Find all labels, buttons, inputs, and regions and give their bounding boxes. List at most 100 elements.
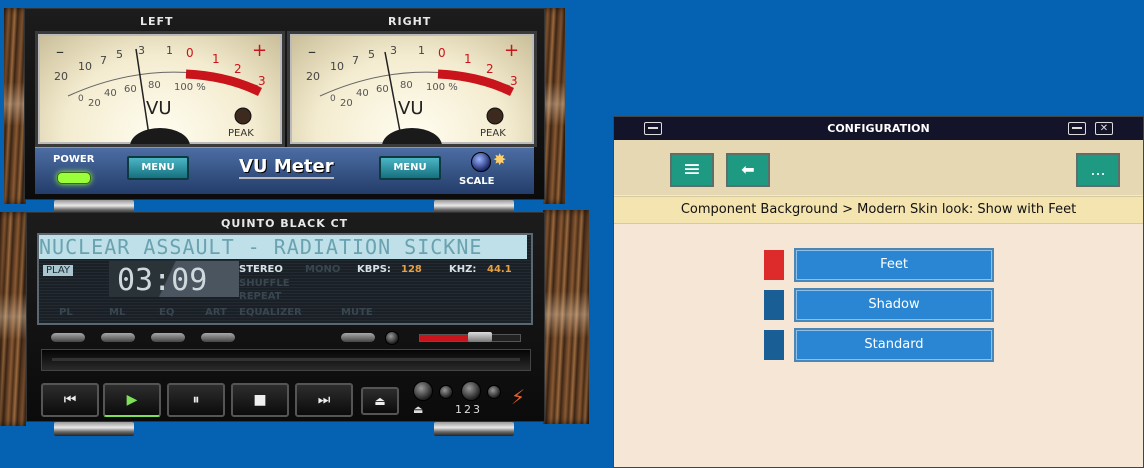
previous-button[interactable]: ⏮	[41, 383, 99, 417]
close-icon[interactable]: ✕	[1095, 122, 1113, 135]
breadcrumb: Component Background > Modern Skin look:…	[614, 196, 1143, 224]
play-status: PLAY	[43, 265, 74, 276]
standard-option-button[interactable]: Standard	[794, 328, 994, 362]
left-peak-label: PEAK	[228, 128, 254, 139]
back-button[interactable]: ⬅	[726, 153, 770, 187]
balance-knob[interactable]	[385, 331, 399, 345]
minimize-icon[interactable]	[1068, 122, 1086, 135]
left-menu-button[interactable]: MENU	[127, 156, 189, 180]
left-needle	[135, 48, 151, 143]
hamburger-menu-button[interactable]: ≡	[670, 153, 714, 187]
feet-color-swatch	[764, 250, 784, 280]
track-title-marquee: NUCLEAR ASSAULT - RADIATION SICKNE	[39, 235, 527, 259]
shuffle-indicator[interactable]: SHUFFLE	[239, 278, 290, 289]
right-scale-5: 5	[368, 48, 375, 61]
left-channel-label: LEFT	[140, 15, 174, 28]
play-button[interactable]: ▶	[103, 383, 161, 417]
pl-toggle-button[interactable]	[51, 333, 85, 342]
tray-icon[interactable]: ⏏	[413, 403, 423, 416]
left-scale-1: 1	[166, 44, 173, 57]
time-display[interactable]: 03:09	[117, 263, 207, 298]
left-scale-20: 20	[54, 70, 68, 83]
standard-color-swatch	[764, 330, 784, 360]
equalizer-indicator[interactable]: EQUALIZER	[239, 307, 302, 318]
left-pct-60: 60	[124, 84, 137, 95]
right-needle	[384, 51, 403, 143]
mute-indicator[interactable]: MUTE	[341, 307, 373, 318]
right-peak-label: PEAK	[480, 128, 506, 139]
wood-side-left-bottom	[0, 212, 26, 426]
ml-label[interactable]: ML	[109, 307, 125, 318]
vu-meter-title: VU Meter	[239, 156, 334, 179]
left-pct-0: 0	[78, 94, 84, 104]
art-toggle-button[interactable]	[201, 333, 235, 342]
right-pct-40: 40	[356, 88, 369, 99]
left-pct-100: 100 %	[174, 82, 206, 93]
right-plus-sign: +	[504, 40, 520, 61]
options-knob-4[interactable]	[487, 385, 501, 399]
kbps-label: KBPS:	[357, 264, 391, 275]
shadow-option-button[interactable]: Shadow	[794, 288, 994, 322]
volume-thumb[interactable]	[468, 332, 492, 342]
volume-slider[interactable]	[419, 332, 521, 342]
lightning-icon[interactable]: ⚡	[511, 385, 525, 409]
scale-star-icon[interactable]: ✸	[493, 150, 506, 169]
ml-toggle-button[interactable]	[101, 333, 135, 342]
options-knob-2[interactable]	[439, 385, 453, 399]
eq-label[interactable]: EQ	[159, 307, 174, 318]
stereo-indicator: STEREO	[239, 264, 283, 275]
left-scale-p1: 1	[212, 52, 220, 66]
left-pct-80: 80	[148, 80, 161, 91]
more-label: ...	[1090, 160, 1106, 179]
right-scale-20: 20	[306, 70, 320, 83]
right-pct-60: 60	[376, 84, 389, 95]
right-channel-label: RIGHT	[388, 15, 432, 28]
digits-label: 123	[455, 403, 482, 416]
next-button[interactable]: ⏭	[295, 383, 353, 417]
left-scale-3: 3	[138, 44, 145, 57]
options-knob-1[interactable]	[413, 381, 433, 401]
skin-title: QUINTO BLACK CT	[221, 217, 349, 230]
scale-knob[interactable]	[471, 152, 491, 172]
repeat-indicator[interactable]: REPEAT	[239, 291, 281, 302]
left-scale-0: 0	[186, 46, 194, 60]
eq-toggle-button[interactable]	[151, 333, 185, 342]
eject-button[interactable]: ⏏	[361, 387, 399, 415]
right-menu-button[interactable]: MENU	[379, 156, 441, 180]
right-pct-100: 100 %	[426, 82, 458, 93]
stop-button[interactable]: ■	[231, 383, 289, 417]
right-scale-p2: 2	[486, 62, 494, 76]
left-pct-40: 40	[104, 88, 117, 99]
pause-button[interactable]: ⏸	[167, 383, 225, 417]
configuration-window: CONFIGURATION ✕ ≡ ⬅ ... Component Backgr…	[613, 116, 1144, 468]
seek-bar[interactable]	[41, 349, 531, 371]
shadow-color-swatch	[764, 290, 784, 320]
seek-track	[52, 358, 520, 361]
power-led-button[interactable]	[57, 172, 91, 184]
khz-label: KHZ:	[449, 264, 477, 275]
player-panel: QUINTO BLACK CT NUCLEAR ASSAULT - RADIAT…	[26, 212, 545, 422]
config-titlebar: CONFIGURATION ✕	[614, 117, 1143, 140]
wood-side-left-top	[4, 8, 26, 204]
left-scale-p2: 2	[234, 62, 242, 76]
pl-label[interactable]: PL	[59, 307, 73, 318]
left-plus-sign: +	[252, 40, 268, 61]
right-scale-3: 3	[390, 44, 397, 57]
mono-indicator: MONO	[305, 264, 341, 275]
more-button[interactable]: ...	[1076, 153, 1120, 187]
vu-meter-panel: LEFT RIGHT – + 20 10 7 5 3 1 0 1 2 3 0 2…	[24, 8, 545, 200]
left-scale-10: 10	[78, 60, 92, 73]
player-foot-left	[54, 422, 134, 436]
options-knob-3[interactable]	[461, 381, 481, 401]
feet-option-button[interactable]: Feet	[794, 248, 994, 282]
player-foot-right	[434, 422, 514, 436]
art-label[interactable]: ART	[205, 307, 227, 318]
left-scale-7: 7	[100, 54, 107, 67]
config-title: CONFIGURATION	[827, 122, 930, 135]
right-scale-7: 7	[352, 54, 359, 67]
mute-toggle-button[interactable]	[341, 333, 375, 342]
right-pct-0: 0	[330, 94, 336, 104]
left-scale-p3: 3	[258, 74, 266, 88]
right-pct-80: 80	[400, 80, 413, 91]
kbps-value: 128	[401, 264, 422, 275]
